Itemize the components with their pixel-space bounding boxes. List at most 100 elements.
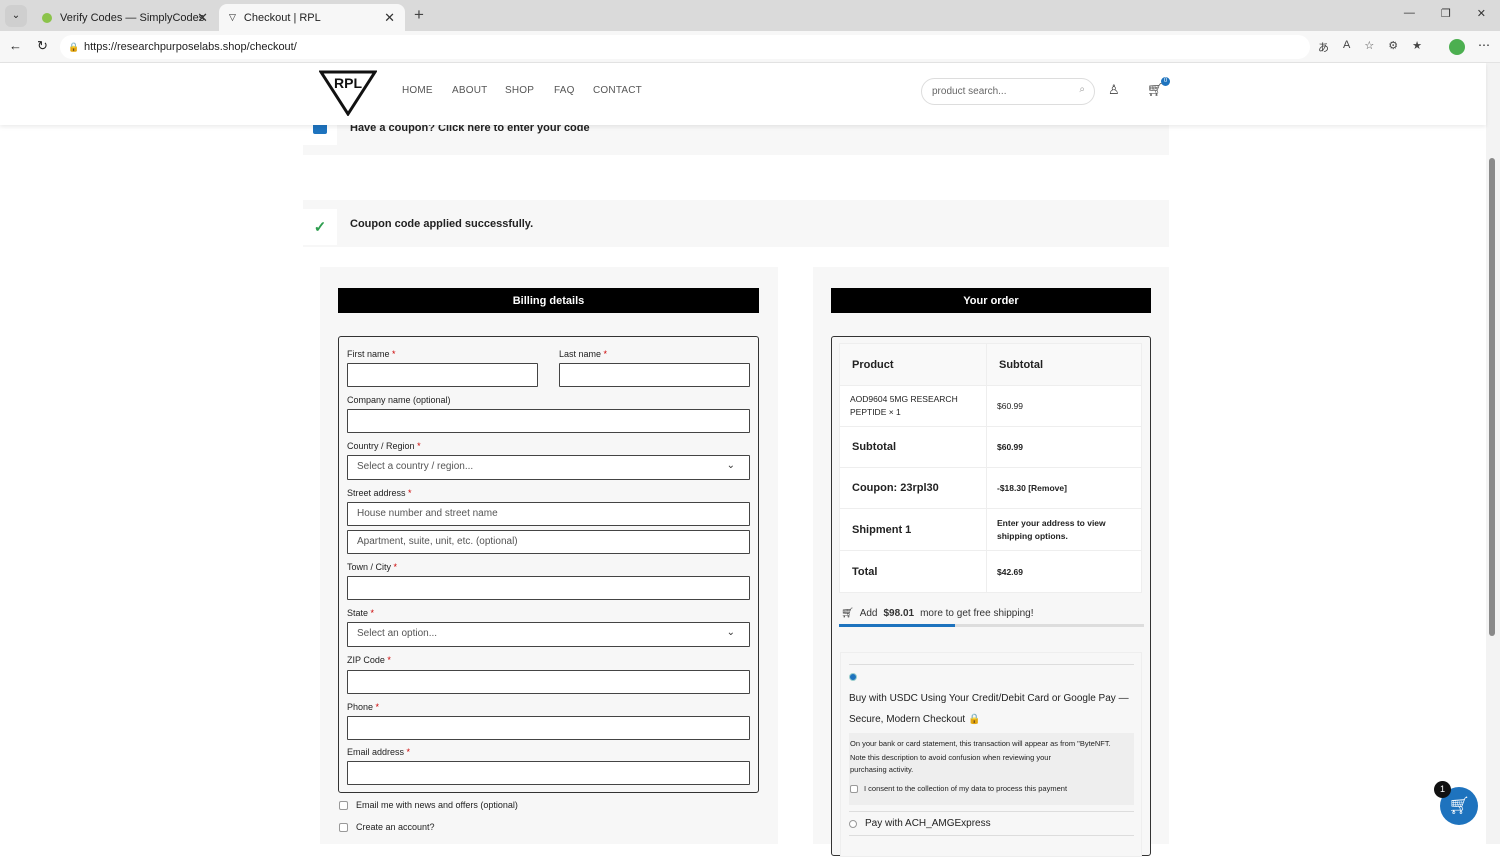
- search-placeholder: product search...: [932, 86, 1007, 97]
- checkbox[interactable]: [339, 800, 348, 810]
- page-scrollbar[interactable]: [1486, 63, 1500, 844]
- email-label: Email address *: [347, 747, 411, 757]
- row-label: Shipment 1: [839, 508, 987, 551]
- zip-label: ZIP Code *: [347, 655, 391, 665]
- first-name-label: First name *: [347, 349, 396, 359]
- tab-label: Verify Codes — SimplyCodes: [60, 11, 205, 24]
- nav-shop[interactable]: SHOP: [505, 85, 534, 96]
- billing-title: Billing details: [338, 288, 759, 313]
- text: more to get free shipping!: [920, 608, 1034, 619]
- nav-contact[interactable]: CONTACT: [593, 85, 642, 96]
- favorites-icon[interactable]: ★: [1412, 39, 1422, 55]
- row-label: Coupon: 23rpl30: [839, 467, 987, 509]
- tab-checkout[interactable]: ▽ Checkout | RPL ✕: [219, 4, 405, 31]
- town-input[interactable]: [347, 576, 750, 600]
- email-input[interactable]: [347, 761, 750, 785]
- profile-avatar[interactable]: [1449, 39, 1465, 55]
- minimize-icon[interactable]: —: [1404, 7, 1415, 20]
- tab-list-button[interactable]: ⌄: [5, 5, 27, 27]
- reload-icon[interactable]: ↻: [37, 38, 48, 54]
- billing-form: First name * Last name * Company name (o…: [338, 336, 759, 793]
- chevron-down-icon: ⌄: [726, 460, 735, 471]
- browser-tab-bar: ⌄ Verify Codes — SimplyCodes ✕ ▽ Checkout …: [0, 0, 1500, 31]
- free-shipping-message: 🛒︎ Add $98.01 more to get free shipping!: [841, 608, 1034, 619]
- search-icon[interactable]: ⌕: [1079, 84, 1085, 95]
- read-aloud-icon[interactable]: A: [1343, 39, 1350, 55]
- consent-label: I consent to the collection of my data t…: [864, 784, 1068, 793]
- row-value: $42.69: [986, 550, 1142, 593]
- payment-methods: Buy with USDC Using Your Credit/Debit Ca…: [840, 652, 1142, 857]
- tab-verify-codes[interactable]: Verify Codes — SimplyCodes ✕: [32, 4, 218, 31]
- row-label: Subtotal: [839, 426, 987, 468]
- ach-payment-option[interactable]: Pay with ACH_AMGExpress: [849, 818, 991, 829]
- street-address-input[interactable]: House number and street name: [347, 502, 750, 526]
- url-input[interactable]: 🔒 https://researchpurposelabs.shop/checko…: [60, 35, 1310, 59]
- checkbox[interactable]: [339, 822, 348, 832]
- cart-icon[interactable]: 🛒︎: [1147, 82, 1164, 98]
- address-bar-row: ← ↻ 🔒 https://researchpurposelabs.shop/ch…: [0, 31, 1500, 63]
- translate-icon[interactable]: あ: [1318, 39, 1329, 55]
- more-menu-icon[interactable]: ⋯: [1478, 38, 1490, 52]
- state-select[interactable]: Select an option... ⌄: [347, 622, 750, 647]
- first-name-input[interactable]: [347, 363, 538, 387]
- table-row: Shipment 1 Enter your address to view shi…: [839, 508, 1142, 551]
- street-address-2-input[interactable]: Apartment, suite, unit, etc. (optional): [347, 530, 750, 554]
- usdc-payment-label[interactable]: Buy with USDC Using Your Credit/Debit Ca…: [849, 688, 1134, 730]
- rpl-favicon-icon: ▽: [229, 12, 236, 22]
- restore-icon[interactable]: ❐: [1441, 7, 1451, 20]
- order-table: Product Subtotal AOD9604 5MG RESEARCH PEP…: [839, 343, 1142, 593]
- favorite-star-icon[interactable]: ☆: [1364, 39, 1374, 55]
- cart-count-badge: 0: [1161, 77, 1170, 86]
- description-note: Note this description to avoid confusion…: [850, 753, 1051, 774]
- country-select[interactable]: Select a country / region... ⌄: [347, 455, 750, 480]
- consent-checkbox[interactable]: I consent to the collection of my data t…: [850, 782, 1133, 795]
- phone-label: Phone *: [347, 702, 380, 712]
- floating-cart-badge: 1: [1434, 781, 1451, 798]
- create-account-checkbox[interactable]: Create an account?: [339, 822, 435, 832]
- extensions-icon[interactable]: ⚙: [1388, 39, 1398, 55]
- check-icon: ✓: [313, 219, 327, 236]
- coupon-success-text: Coupon code applied successfully.: [350, 218, 534, 230]
- row-label: Total: [839, 550, 987, 593]
- site-header: RPL HOME ABOUT SHOP FAQ CONTACT product …: [0, 63, 1486, 125]
- rpl-logo[interactable]: RPL: [319, 70, 377, 116]
- phone-input[interactable]: [347, 716, 750, 740]
- checkbox[interactable]: [850, 784, 858, 793]
- ach-radio[interactable]: [849, 819, 857, 828]
- tab-label: Checkout | RPL: [243, 11, 321, 24]
- table-row: Total $42.69: [839, 550, 1142, 593]
- company-label: Company name (optional): [347, 395, 451, 405]
- ach-label: Pay with ACH_AMGExpress: [865, 818, 991, 829]
- state-label: State *: [347, 608, 375, 618]
- amount: $98.01: [883, 608, 915, 619]
- country-label: Country / Region *: [347, 441, 421, 451]
- product-search-input[interactable]: product search... ⌕: [921, 78, 1095, 105]
- simplycodes-icon: [42, 12, 52, 23]
- close-tab-icon[interactable]: ✕: [197, 10, 208, 26]
- nav-faq[interactable]: FAQ: [554, 85, 575, 96]
- svg-text:RPL: RPL: [334, 75, 362, 91]
- back-icon[interactable]: ←: [9, 38, 22, 53]
- free-shipping-progress: [839, 624, 1144, 627]
- table-row: Subtotal $60.99: [839, 426, 1142, 468]
- coupon-remove-link[interactable]: -$18.30 [Remove]: [986, 467, 1142, 509]
- email-opt-in-checkbox[interactable]: Email me with news and offers (optional): [339, 800, 518, 810]
- order-column: Your order Product Subtotal AOD9604 5MG R…: [813, 267, 1169, 857]
- account-icon[interactable]: ♙: [1108, 82, 1120, 98]
- table-row: AOD9604 5MG RESEARCH PEPTIDE × 1 $60.99: [839, 385, 1142, 427]
- scrollbar-thumb[interactable]: [1489, 158, 1495, 636]
- nav-home[interactable]: HOME: [402, 85, 433, 96]
- order-box: Product Subtotal AOD9604 5MG RESEARCH PEP…: [831, 336, 1151, 857]
- company-input[interactable]: [347, 409, 750, 433]
- shipping-cart-icon: 🛒︎: [841, 608, 854, 619]
- close-window-icon[interactable]: ✕: [1477, 7, 1486, 20]
- usdc-radio[interactable]: [849, 673, 857, 681]
- new-tab-button[interactable]: +: [414, 5, 424, 25]
- column-header: Subtotal: [986, 343, 1142, 386]
- nav-about[interactable]: ABOUT: [452, 85, 487, 96]
- zip-input[interactable]: [347, 670, 750, 694]
- billing-column: Billing details First name * Last name *…: [320, 267, 778, 844]
- close-tab-icon[interactable]: ✕: [384, 10, 395, 26]
- cart-icon: 🛒︎: [1448, 796, 1470, 815]
- last-name-input[interactable]: [559, 363, 750, 387]
